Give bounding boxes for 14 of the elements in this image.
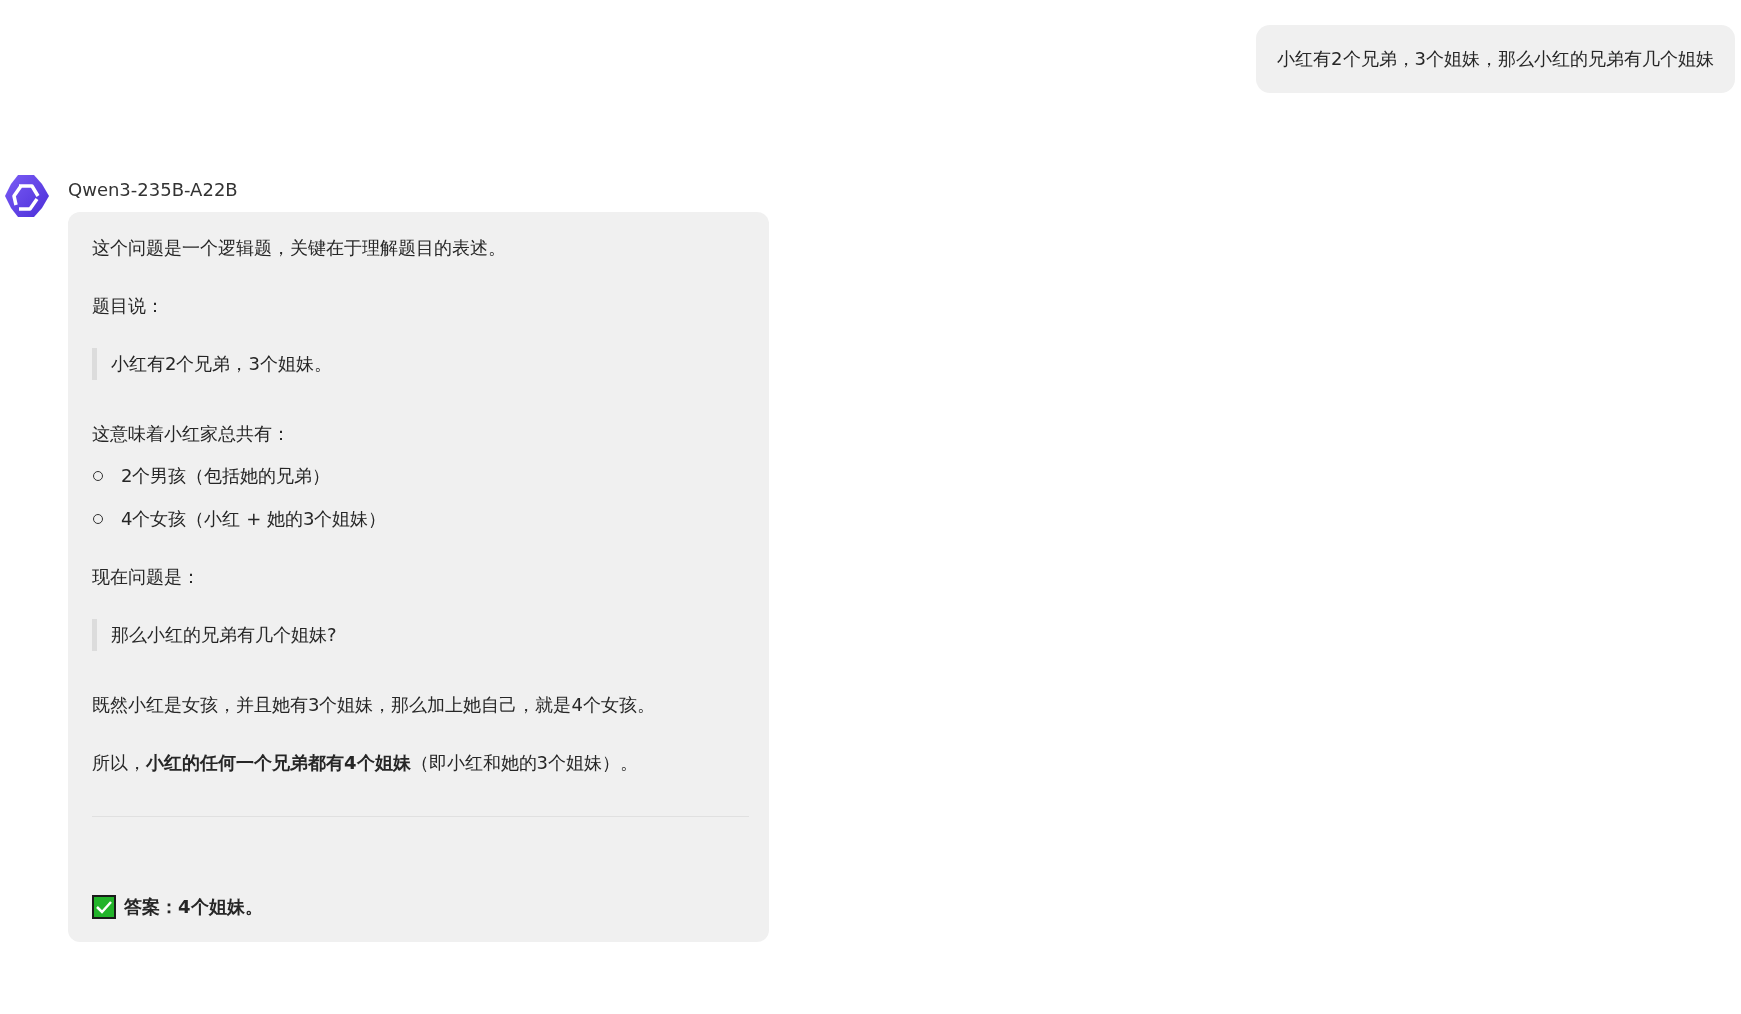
paragraph: 所以，小红的任何一个兄弟都有4个姐妹（即小红和她的3个姐妹）。 [92, 751, 639, 775]
list-item: 2个男孩（包括她的兄弟） [121, 464, 331, 488]
quote: 小红有2个兄弟，3个姐妹。 [92, 348, 749, 380]
list-item: 4个女孩（小红 + 她的3个姐妹） [121, 507, 387, 531]
paragraph: 这个问题是一个逻辑题，关键在于理解题目的表述。 [92, 236, 507, 260]
paragraph: 这意味着小红家总共有： [92, 422, 291, 446]
paragraph: 既然小红是女孩，并且她有3个姐妹，那么加上她自己，就是4个女孩。 [92, 693, 656, 717]
paragraph: 题目说： [92, 294, 165, 318]
paragraph: 现在问题是： [92, 565, 201, 589]
user-message: 小红有2个兄弟，3个姐妹，那么小红的兄弟有几个姐妹 [1256, 25, 1735, 93]
quote: 那么小红的兄弟有几个姐妹? [92, 619, 749, 651]
model-name: Qwen3-235B-A22B [68, 178, 239, 202]
logo-icon [4, 172, 50, 220]
answer-text: 答案：4个姐妹。 [124, 895, 263, 919]
